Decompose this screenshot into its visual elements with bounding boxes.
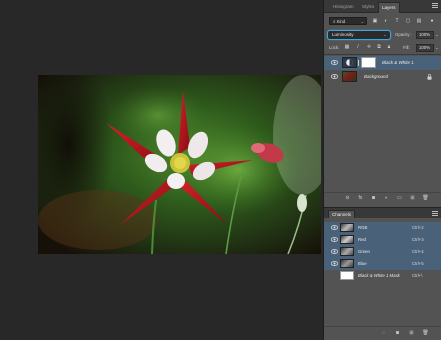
eye-icon[interactable] (331, 225, 338, 230)
blend-row: Luminosity ⌄ Opacity: 100% ⌄ (324, 29, 441, 42)
lock-transparent-icon[interactable]: ▦ (344, 44, 350, 50)
lock-icon[interactable] (427, 74, 432, 80)
filter-kind-select[interactable]: ⌕ Kind ⌄ (329, 17, 367, 25)
fx-icon[interactable]: fx (357, 195, 364, 202)
filter-smart-object-icon[interactable]: ▤ (416, 18, 422, 24)
tab-layers[interactable]: Layers (378, 2, 400, 13)
chevron-down-icon[interactable]: ⌄ (435, 45, 439, 51)
opacity-label: Opacity: (395, 32, 411, 37)
layer-filter-row: ⌕ Kind ⌄ ▣ ◐ T ▢ ▤ ● (324, 16, 441, 27)
lock-label: Lock: (329, 45, 340, 50)
channel-name: RGB (358, 225, 368, 230)
fill-field[interactable]: 100% (416, 44, 434, 52)
lock-all-icon[interactable]: 🔒︎ (386, 44, 392, 50)
channels-tab-bar: Channels (324, 207, 441, 219)
document-canvas[interactable] (0, 0, 323, 340)
background-thumbnail (342, 71, 357, 82)
channel-shortcut: Ctrl+3 (412, 237, 424, 242)
chevron-down-icon: ⌄ (383, 32, 387, 37)
lock-row: Lock: ▦ / ✛ ⧉ 🔒︎ Fill: 100% ⌄ (324, 43, 441, 53)
opacity-field[interactable]: 100% (416, 31, 434, 39)
channel-row-red[interactable]: Red Ctrl+3 (324, 234, 441, 246)
adjustment-thumbnail (342, 57, 357, 68)
search-icon: ⌕ (333, 19, 336, 24)
adjustment-layer-icon[interactable]: ◐ (383, 195, 390, 202)
blend-mode-select[interactable]: Luminosity ⌄ (327, 30, 391, 40)
channel-name: Blue (358, 261, 367, 266)
eye-icon[interactable] (331, 261, 338, 266)
add-mask-icon[interactable]: ◙ (370, 195, 377, 202)
link-icon[interactable] (358, 60, 360, 66)
filter-pixel-icon[interactable]: ▣ (372, 18, 378, 24)
channel-thumbnail (340, 247, 354, 256)
filter-toggle-icon[interactable]: ● (429, 18, 435, 24)
panel-tab-bar: Histogram Styles Layers (324, 0, 441, 13)
filter-shape-icon[interactable]: ▢ (405, 18, 411, 24)
mask-channel-thumbnail (340, 271, 354, 280)
channel-name: Black & White 1 Mask (358, 273, 400, 278)
channel-row-blue[interactable]: Blue Ctrl+5 (324, 258, 441, 270)
eye-icon[interactable] (331, 60, 338, 65)
channel-shortcut: Ctrl+5 (412, 261, 424, 266)
channel-row-green[interactable]: Green Ctrl+4 (324, 246, 441, 258)
eye-icon[interactable] (331, 74, 338, 79)
lock-position-icon[interactable]: ✛ (366, 44, 372, 50)
trash-icon[interactable]: 🗑︎ (422, 195, 429, 202)
layer-row-black-white[interactable]: Black & White 1 (324, 56, 441, 70)
chevron-down-icon[interactable]: ⌄ (435, 32, 439, 38)
lock-artboard-icon[interactable]: ⧉ (376, 44, 382, 50)
new-layer-icon[interactable]: ⊞ (409, 195, 416, 202)
layer-name: Black & White 1 (382, 60, 414, 65)
load-selection-icon[interactable]: ◌ (380, 330, 387, 337)
channels-footer: ◌ ◙ ⊞ 🗑︎ (324, 326, 441, 340)
layers-footer: ⊝ fx ◙ ◐ ▭ ⊞ 🗑︎ (324, 192, 441, 204)
eye-icon[interactable] (331, 237, 338, 242)
tab-styles[interactable]: Styles (359, 2, 377, 13)
channel-name: Red (358, 237, 366, 242)
layer-row-background[interactable]: Background (324, 70, 441, 84)
channel-shortcut: Ctrl+2 (412, 225, 424, 230)
lock-brush-icon[interactable]: / (355, 44, 361, 50)
save-selection-icon[interactable]: ◙ (394, 330, 401, 337)
tab-histogram[interactable]: Histogram (330, 2, 357, 13)
panel-menu-icon[interactable] (432, 211, 438, 216)
channel-row-rgb[interactable]: RGB Ctrl+2 (324, 222, 441, 234)
channel-shortcut: Ctrl+4 (412, 249, 424, 254)
link-layers-icon[interactable]: ⊝ (344, 195, 351, 202)
channel-shortcut: Ctrl+\ (412, 273, 423, 278)
channel-thumbnail (340, 223, 354, 232)
layers-panel-dock: Histogram Styles Layers ⌕ Kind ⌄ ▣ ◐ T ▢… (323, 0, 441, 340)
channels-list: RGB Ctrl+2 Red Ctrl+3 Green Ctrl+4 Blue … (324, 218, 441, 326)
channel-thumbnail (340, 259, 354, 268)
flower-image (38, 75, 321, 254)
layer-name: Background (364, 74, 389, 79)
filter-adjustment-icon[interactable]: ◐ (383, 18, 389, 24)
layers-list: Black & White 1 Background (324, 54, 441, 190)
flower-photo[interactable] (38, 75, 321, 254)
new-channel-icon[interactable]: ⊞ (408, 330, 415, 337)
channel-thumbnail (340, 235, 354, 244)
filter-kind-label: Kind (336, 19, 346, 24)
trash-icon[interactable]: 🗑︎ (422, 330, 429, 337)
panel-menu-icon[interactable] (432, 3, 438, 8)
chevron-down-icon: ⌄ (360, 19, 364, 24)
group-folder-icon[interactable]: ▭ (396, 195, 403, 202)
eye-icon[interactable] (331, 249, 338, 254)
black-white-adjustment-icon (346, 59, 353, 66)
filter-type-icon[interactable]: T (394, 18, 400, 24)
channel-name: Green (358, 249, 370, 254)
layer-mask-thumbnail[interactable] (361, 57, 376, 68)
fill-label: Fill: (403, 45, 410, 50)
blend-mode-value: Luminosity (332, 32, 354, 37)
channel-row-mask[interactable]: Black & White 1 Mask Ctrl+\ (324, 270, 441, 282)
